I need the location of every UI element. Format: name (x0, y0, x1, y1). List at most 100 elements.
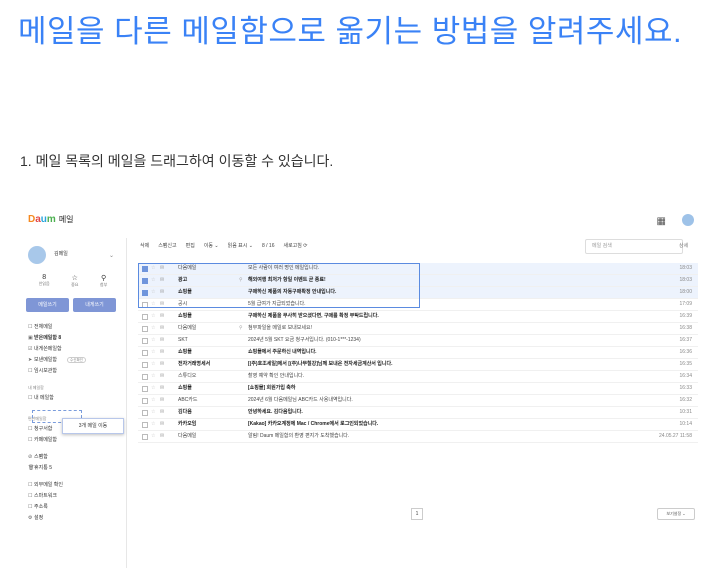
sidebar-item-label: 스팸함 (34, 454, 48, 460)
mail-subject[interactable]: 첨부파일을 메일로 보내보세요! (248, 323, 312, 334)
mail-subject[interactable]: 촬영 예약 확인 안내입니다. (248, 371, 304, 382)
sidebar-item[interactable]: ⊘ 스팸함 (28, 452, 122, 463)
star-icon[interactable]: ☆ (151, 431, 155, 442)
view-settings-dropdown[interactable]: 보기설정 ⌄ (657, 508, 695, 520)
sidebar-item[interactable]: ⚙ 설정 (28, 513, 122, 524)
mail-date: 18:03 (679, 265, 692, 271)
mail-subject[interactable]: [Kakao] 카카오계정에 Mac / Chrome에서 로그인되었습니다. (248, 419, 378, 430)
stat-item[interactable]: ⚲ 첨부 (100, 274, 107, 288)
mail-subject[interactable]: 구매하신 제품을 무사히 받으셨다면, 구매를 확정 부탁드립니다. (248, 311, 379, 322)
sidebar-item-my-folder[interactable]: ☐ 내 메일함 (28, 393, 122, 404)
mail-date: 10:31 (679, 409, 692, 415)
star-icon[interactable]: ☆ (151, 347, 155, 358)
mail-row[interactable]: ☆ ✉ 쇼핑몰 쇼핑몰에서 주문하신 내역입니다. 16:36 (138, 347, 698, 359)
mail-checkbox[interactable] (142, 314, 148, 320)
mail-sender: ABC카드 (178, 397, 198, 403)
toolbar-button[interactable]: 읽음 표시 ⌄ (228, 243, 253, 249)
mail-row[interactable]: ☆ ✉ SKT 2024년 5월 SKT 요금 청구서입니다. (010-1***-1… (138, 335, 698, 347)
chevron-down-icon[interactable]: ⌄ (109, 252, 114, 259)
mail-checkbox[interactable] (142, 350, 148, 356)
mail-checkbox[interactable] (142, 434, 148, 440)
mail-sender: 쇼핑몰 (178, 385, 192, 391)
mail-date: 24.05.27 11:58 (659, 433, 692, 439)
mail-checkbox[interactable] (142, 326, 148, 332)
star-icon[interactable]: ☆ (151, 311, 155, 322)
sidebar-item[interactable]: 🗑휴지통 5 (28, 463, 122, 474)
mail-date: 16:39 (679, 313, 692, 319)
mail-row[interactable]: ☆ ✉ 전자거래명세서 [(주)호조세일]에서 [(주)나무철강]님께 보내온 전자세… (138, 359, 698, 371)
mail-row[interactable]: ☆ ✉ 다음메일 알림! Daum 메일함의 환영 편지가 도착했습니다. 24.05.… (138, 431, 698, 443)
mail-row[interactable]: ☆ ✉ 쇼핑몰 구매하신 제품을 무사히 받으셨다면, 구매를 확정 부탁드립니다. 1… (138, 311, 698, 323)
sidebar-item[interactable]: ☑ 내게쓴메일함 (28, 344, 122, 355)
mail-subject[interactable]: 2024년 5월 SKT 요금 청구서입니다. (010-1***-1234) (248, 335, 361, 346)
toolbar-button[interactable]: 8 / 16 (262, 243, 275, 249)
sidebar-item[interactable]: ☐ 임시보관함 (28, 366, 122, 377)
sidebar-item[interactable]: ☐ 전체메일 (28, 322, 122, 333)
mail-subject[interactable]: [(주)호조세일]에서 [(주)나무철강]님께 보내온 전자세금계산서 입니다. (248, 359, 392, 370)
mail-checkbox[interactable] (142, 374, 148, 380)
write-mail-button[interactable]: 메일쓰기 (26, 298, 69, 312)
mail-checkbox[interactable] (142, 398, 148, 404)
sidebar-item-label: 설정 (34, 515, 44, 521)
search-input[interactable]: 메일 검색 (585, 239, 683, 254)
write-to-self-button[interactable]: 내게쓰기 (73, 298, 116, 312)
star-icon[interactable]: ☆ (151, 359, 155, 370)
stat-item[interactable]: 8 안읽음 (39, 274, 50, 288)
sidebar-item[interactable]: ☐ 외부메일 확인 (28, 480, 122, 491)
page-1-button[interactable]: 1 (411, 508, 423, 520)
drag-popup: 3개 메일 이동 (62, 418, 124, 434)
mail-row[interactable]: ☆ ✉ 김다음 안녕하세요. 김다음입니다. 10:31 (138, 407, 698, 419)
sidebar-item-label: 스마트워크 (34, 493, 58, 499)
sidebar-item[interactable]: ☐ 카페메일함 (28, 435, 122, 446)
star-icon[interactable]: ☆ (151, 395, 155, 406)
daum-mail-logo[interactable]: Daum 메일 (28, 214, 74, 225)
toolbar-button[interactable]: 스팸신고 (158, 243, 176, 249)
mail-checkbox[interactable] (142, 386, 148, 392)
mail-subject[interactable]: 쇼핑몰에서 주문하신 내역입니다. (248, 347, 317, 358)
sidebar-item-label: 휴지통 5 (34, 465, 52, 471)
apps-grid-icon[interactable]: ▦ (657, 216, 666, 227)
mail-subject[interactable]: 2024년 6월 다음메일님 ABC카드 사용내역입니다. (248, 395, 353, 406)
sidebar-item[interactable]: ➤ 보낸메일함 수신확인 (28, 355, 122, 366)
star-icon[interactable]: ☆ (151, 371, 155, 382)
mail-subject[interactable]: 안녕하세요. 김다음입니다. (248, 407, 303, 418)
star-icon[interactable]: ☆ (151, 335, 155, 346)
mail-sender: 다음메일 (178, 433, 197, 439)
star-icon[interactable]: ☆ (151, 323, 155, 334)
mail-date: 18:00 (679, 289, 692, 295)
mail-checkbox[interactable] (142, 410, 148, 416)
star-icon[interactable]: ☆ (151, 419, 155, 430)
toolbar-button[interactable]: 새로고침 ⟳ (283, 243, 307, 249)
toolbar-button[interactable]: 이동 ⌄ (204, 243, 219, 249)
mail-date: 16:32 (679, 397, 692, 403)
profile-avatar[interactable] (682, 214, 694, 226)
mail-subject[interactable]: 알림! Daum 메일함의 환영 편지가 도착했습니다. (248, 431, 349, 442)
mail-checkbox[interactable] (142, 362, 148, 368)
mail-row[interactable]: ☆ ✉ 스튜디오 촬영 예약 확인 안내입니다. 16:34 (138, 371, 698, 383)
avatar (28, 246, 46, 264)
mail-row[interactable]: ☆ ✉ 다음메일 ⚲ 첨부파일을 메일로 보내보세요! 16:38 (138, 323, 698, 335)
sidebar-item[interactable]: ☐ 주소록 (28, 502, 122, 513)
read-receipt-badge[interactable]: 수신확인 (67, 357, 86, 363)
mail-checkbox[interactable] (142, 338, 148, 344)
sidebar-item-label: 청구서함 (34, 426, 53, 432)
star-icon[interactable]: ☆ (151, 407, 155, 418)
mail-checkbox[interactable] (142, 422, 148, 428)
mail-row[interactable]: ☆ ✉ ABC카드 2024년 6월 다음메일님 ABC카드 사용내역입니다. 16:3… (138, 395, 698, 407)
stat-item[interactable]: ☆ 중요 (71, 274, 78, 288)
sidebar-item[interactable]: ☐ 스마트워크 (28, 491, 122, 502)
toolbar-button[interactable]: 삭제 (140, 243, 149, 249)
sidebar-item[interactable]: ▣받은메일함 8 (28, 333, 122, 344)
stat-label: 안읽음 (38, 281, 50, 286)
mail-date: 16:36 (679, 349, 692, 355)
mail-row[interactable]: ☆ ✉ 카카오임 [Kakao] 카카오계정에 Mac / Chrome에서 로그인되… (138, 419, 698, 431)
mail-row[interactable]: ☆ ✉ 쇼핑몰 [쇼핑몰] 회원가입 축하 16:33 (138, 383, 698, 395)
search-detail-button[interactable]: 상세 (679, 239, 688, 254)
mail-subject[interactable]: [쇼핑몰] 회원가입 축하 (248, 383, 296, 394)
toolbar-button[interactable]: 편집 (186, 243, 195, 249)
mail-screenshot: Daum 메일 ▦ 김메일 ⌄ 8 안읽음 ☆ 중요 ⚲ 첨부 메일쓰기 내게쓰기 ☐ 전체메… (22, 206, 710, 568)
selection-frame (138, 263, 420, 308)
sidebar-item-label: 전체메일 (34, 324, 53, 330)
star-icon[interactable]: ☆ (151, 383, 155, 394)
sidebar-item-label: 주소록 (34, 504, 48, 510)
